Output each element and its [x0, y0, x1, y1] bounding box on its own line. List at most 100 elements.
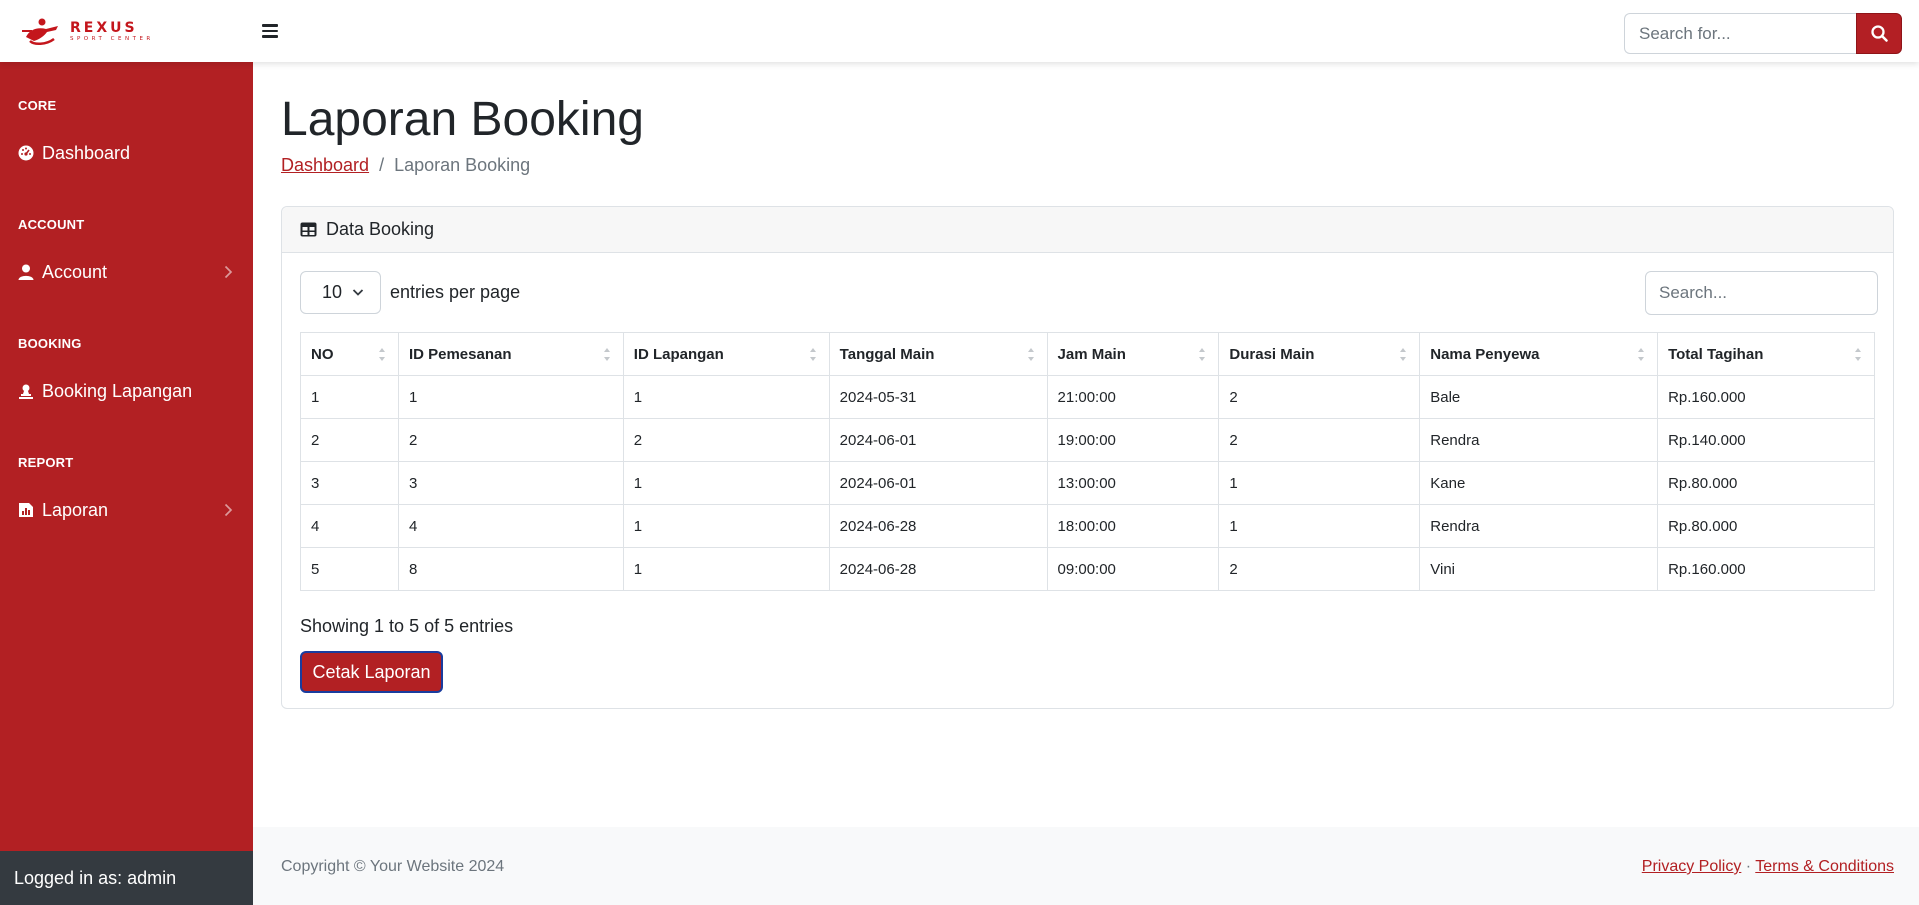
table-cell: 1: [397, 375, 624, 419]
sidebar-item-label: Booking Lapangan: [42, 380, 193, 401]
sort-icon: [378, 348, 385, 361]
table-cell: 1: [622, 504, 830, 548]
table-cell: 4: [300, 504, 399, 548]
page-footer: Copyright © Your Website 2024 Privacy Po…: [253, 827, 1919, 905]
table-cell: Bale: [1419, 375, 1659, 419]
table-cell: Rp.160.000: [1657, 375, 1875, 419]
sidebar-item-account[interactable]: Account: [0, 254, 253, 290]
sidebar-item-label: Dashboard: [42, 142, 131, 163]
sort-icon: [1199, 348, 1206, 361]
sort-icon: [1855, 348, 1861, 361]
column-header-durasi-main[interactable]: Durasi Main: [1218, 332, 1421, 376]
page-title: Laporan Booking: [281, 93, 644, 146]
cetak-laporan-button[interactable]: Cetak Laporan: [300, 651, 443, 693]
table-cell: 2: [622, 418, 830, 462]
sidebar-item-laporan[interactable]: Laporan: [0, 492, 253, 528]
sort-icon: [1027, 348, 1034, 361]
sidebar-item-label: Laporan: [42, 499, 109, 520]
column-header-tanggal-main[interactable]: Tanggal Main: [828, 332, 1048, 376]
column-header-total-tagihan[interactable]: Total Tagihan: [1657, 332, 1875, 376]
rexus-logo-icon: [22, 18, 58, 45]
terms-conditions-link[interactable]: Terms & Conditions: [1755, 858, 1894, 875]
sidebar: CORE Dashboard ACCOUNT Account BOOKING B…: [0, 62, 253, 905]
booking-table: NO ID Pemesanan ID Lapangan Tanggal Main…: [300, 332, 1875, 591]
table-search-input[interactable]: [1645, 271, 1878, 315]
table-cell: 3: [397, 461, 624, 505]
top-navbar: REXUS SPORT CENTER: [0, 0, 1919, 62]
sidebar-footer-logged-in: Logged in as: admin: [0, 851, 253, 905]
report-chart-icon: [18, 502, 34, 518]
table-info: Showing 1 to 5 of 5 entries: [300, 616, 514, 636]
user-icon: [18, 264, 34, 280]
entries-control: 10 entries per page: [300, 271, 520, 314]
table-cell: Rendra: [1419, 504, 1659, 548]
table-cell: 1: [300, 375, 399, 419]
table-cell: 2024-06-01: [828, 461, 1048, 505]
column-header-nama-penyewa[interactable]: Nama Penyewa: [1419, 332, 1659, 376]
chevron-down-icon: [352, 289, 364, 296]
table-cell: 1: [1218, 461, 1421, 505]
sort-icon: [809, 348, 816, 361]
privacy-policy-link[interactable]: Privacy Policy: [1642, 858, 1742, 875]
table-cell: 1: [1218, 504, 1421, 548]
breadcrumb-separator: /: [379, 155, 385, 175]
breadcrumb-current: Laporan Booking: [394, 155, 531, 175]
card-title: Data Booking: [326, 219, 435, 239]
chevron-right-icon: [224, 503, 233, 517]
column-header-id-pemesanan[interactable]: ID Pemesanan: [397, 332, 624, 376]
sidebar-heading-booking: BOOKING: [18, 336, 82, 351]
entries-per-page-select[interactable]: 10: [300, 271, 381, 314]
table-cell: Kane: [1419, 461, 1659, 505]
table-header-row: NO ID Pemesanan ID Lapangan Tanggal Main…: [300, 332, 1875, 376]
table-cell: 2024-06-01: [828, 418, 1048, 462]
brand-logo[interactable]: REXUS SPORT CENTER: [20, 17, 154, 47]
card-header: Data Booking: [282, 207, 1893, 253]
table-cell: 19:00:00: [1046, 418, 1220, 462]
table-cell: Rp.140.000: [1657, 418, 1875, 462]
sidebar-toggle-button[interactable]: [262, 24, 278, 38]
table-cell: Rp.80.000: [1657, 504, 1875, 548]
table-row: 3 3 1 2024-06-01 13:00:00 1 Kane Rp.80.0…: [300, 461, 1875, 505]
data-booking-card: Data Booking 10 entries per page NO ID P…: [281, 206, 1894, 709]
sidebar-heading-report: REPORT: [18, 455, 74, 470]
table-cell: 13:00:00: [1046, 461, 1220, 505]
tachometer-icon: [18, 145, 34, 161]
top-search-input[interactable]: [1624, 13, 1856, 54]
entries-per-page-label: entries per page: [390, 282, 521, 302]
table-cell: 18:00:00: [1046, 504, 1220, 548]
table-cell: 2: [300, 418, 399, 462]
main-content: Laporan Booking Dashboard / Laporan Book…: [253, 62, 1919, 905]
table-cell: 2: [1218, 418, 1421, 462]
column-header-jam-main[interactable]: Jam Main: [1046, 332, 1220, 376]
table-cell: 09:00:00: [1046, 547, 1220, 591]
sort-icon: [1400, 348, 1407, 361]
top-search-form: [1624, 13, 1902, 54]
table-cell: Rp.80.000: [1657, 461, 1875, 505]
search-icon: [1870, 25, 1888, 42]
column-header-id-lapangan[interactable]: ID Lapangan: [622, 332, 830, 376]
column-header-no[interactable]: NO: [300, 332, 399, 376]
table-cell: 2024-06-28: [828, 504, 1048, 548]
sidebar-item-dashboard[interactable]: Dashboard: [0, 135, 253, 171]
sort-icon: [1638, 348, 1645, 361]
breadcrumb-link-dashboard[interactable]: Dashboard: [281, 155, 369, 176]
sidebar-item-booking-lapangan[interactable]: Booking Lapangan: [0, 373, 253, 409]
table-row: 2 2 2 2024-06-01 19:00:00 2 Rendra Rp.14…: [300, 418, 1875, 462]
footer-links: Privacy Policy · Terms & Conditions: [1642, 858, 1894, 876]
table-row: 5 8 1 2024-06-28 09:00:00 2 Vini Rp.160.…: [300, 547, 1875, 591]
table-cell: 1: [622, 461, 830, 505]
top-search-button[interactable]: [1856, 13, 1902, 54]
table-cell: 8: [397, 547, 624, 591]
table-cell: 5: [300, 547, 399, 591]
table-cell: Vini: [1419, 547, 1659, 591]
booking-icon: [18, 383, 34, 399]
table-row: 1 1 1 2024-05-31 21:00:00 2 Bale Rp.160.…: [300, 375, 1875, 419]
entries-per-page-value: 10: [322, 282, 343, 302]
table-cell: Rendra: [1419, 418, 1659, 462]
table-cell: 1: [622, 375, 830, 419]
table-cell: 1: [622, 547, 830, 591]
table-icon: [300, 222, 317, 237]
chevron-right-icon: [224, 265, 233, 279]
sort-icon: [603, 348, 610, 361]
sidebar-heading-account: ACCOUNT: [18, 217, 85, 232]
